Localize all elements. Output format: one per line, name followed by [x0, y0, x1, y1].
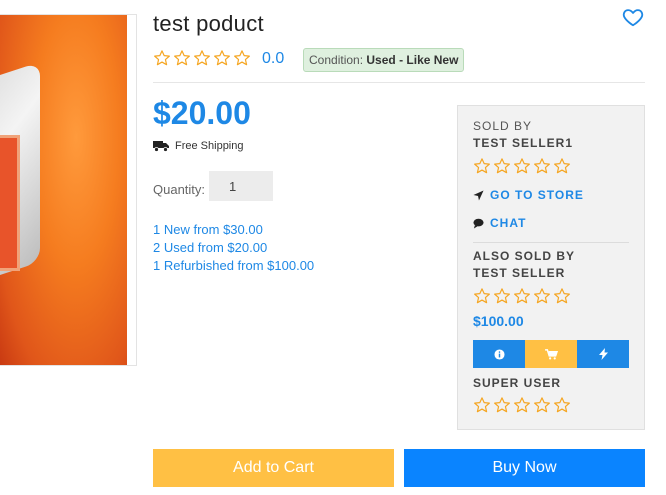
star-icon: [154, 50, 170, 66]
chat-link[interactable]: CHAT: [473, 216, 526, 230]
offers-list: 1 New from $30.00 2 Used from $20.00 1 R…: [153, 221, 314, 275]
product-image-face-graphic: [0, 135, 20, 271]
star-icon: [214, 50, 230, 66]
bolt-icon: [598, 348, 608, 360]
star-icon: [554, 397, 570, 413]
product-rating-stars: [153, 49, 251, 67]
quantity-label: Quantity:: [153, 182, 206, 197]
super-user-rating-stars: [473, 396, 571, 414]
star-icon: [514, 158, 530, 174]
also-sold-caption: ALSO SOLD BY: [473, 249, 576, 263]
info-icon: [493, 348, 505, 360]
offer-link-used[interactable]: 2 Used from $20.00: [153, 239, 314, 257]
product-image-frame[interactable]: [0, 14, 137, 366]
star-icon: [534, 288, 550, 304]
buy-now-small-button[interactable]: [577, 340, 629, 368]
offer-link-refurbished[interactable]: 1 Refurbished from $100.00: [153, 257, 314, 275]
also-seller-price: $100.00: [473, 313, 524, 329]
star-icon: [514, 288, 530, 304]
seller-name[interactable]: TEST SELLER1: [473, 136, 573, 150]
shipping-label: Free Shipping: [175, 140, 244, 152]
seller-divider: [473, 242, 629, 243]
chat-bubble-icon: [473, 218, 484, 229]
condition-label: Condition:: [309, 53, 364, 67]
buy-now-button[interactable]: Buy Now: [404, 449, 645, 487]
star-icon: [554, 288, 570, 304]
super-user-name[interactable]: SUPER USER: [473, 376, 561, 390]
seller-panel: SOLD BY TEST SELLER1 GO TO STORE CHAT AL…: [457, 105, 645, 430]
location-arrow-icon: [473, 189, 484, 201]
star-icon: [554, 158, 570, 174]
star-icon: [534, 158, 550, 174]
quantity-input[interactable]: [209, 171, 273, 201]
star-icon: [474, 288, 490, 304]
star-icon: [494, 397, 510, 413]
go-to-store-link[interactable]: GO TO STORE: [473, 188, 584, 202]
info-button[interactable]: [473, 340, 525, 368]
star-icon: [534, 397, 550, 413]
heart-icon[interactable]: [622, 6, 644, 28]
star-icon: [514, 397, 530, 413]
seller-rating-stars: [473, 157, 571, 175]
cart-icon: [544, 348, 558, 359]
product-title: test poduct: [153, 11, 264, 36]
header-divider: [153, 82, 645, 83]
star-icon: [494, 158, 510, 174]
truck-icon: [153, 141, 169, 152]
add-to-cart-small-button[interactable]: [525, 340, 577, 368]
go-to-store-label: GO TO STORE: [490, 188, 584, 202]
condition-badge: Condition: Used - Like New: [303, 48, 465, 72]
product-image: [0, 15, 127, 365]
sold-by-caption: SOLD BY: [473, 119, 533, 133]
chat-label: CHAT: [490, 216, 527, 230]
also-seller-actions: [473, 340, 629, 368]
star-icon: [474, 397, 490, 413]
also-seller-name[interactable]: TEST SELLER: [473, 266, 565, 280]
star-icon: [234, 50, 250, 66]
star-icon: [174, 50, 190, 66]
product-price: $20.00: [153, 95, 251, 131]
rating-value: 0.0: [262, 50, 285, 67]
also-seller-rating-stars: [473, 287, 571, 305]
star-icon: [474, 158, 490, 174]
star-icon: [494, 288, 510, 304]
condition-value: Used - Like New: [366, 53, 459, 67]
add-to-cart-button[interactable]: Add to Cart: [153, 449, 394, 487]
star-icon: [194, 50, 210, 66]
offer-link-new[interactable]: 1 New from $30.00: [153, 221, 314, 239]
shipping-info: Free Shipping: [153, 140, 244, 152]
